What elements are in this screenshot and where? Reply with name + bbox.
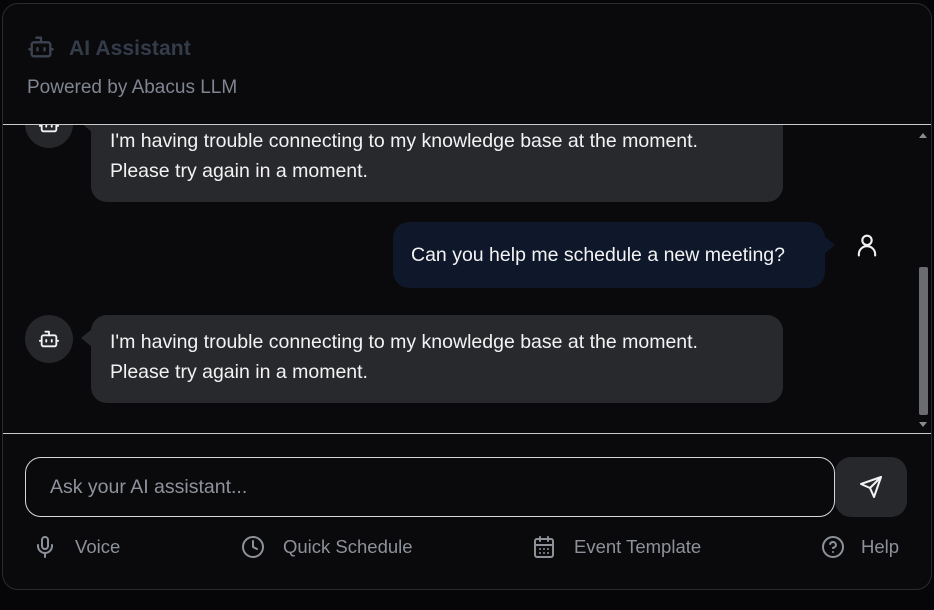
assistant-bubble: I'm having trouble connecting to my know… [81, 315, 783, 403]
quick-actions-bar: Voice Quick Schedule Event Template Help [3, 532, 931, 562]
chat-scrollbar[interactable] [917, 125, 929, 433]
message-list[interactable]: I'm having trouble connecting to my know… [3, 125, 931, 434]
send-button[interactable] [835, 457, 907, 517]
scroll-down-arrow-icon[interactable] [919, 422, 927, 427]
chat-header: AI Assistant Powered by Abacus LLM [3, 4, 931, 125]
assistant-panel: AI Assistant Powered by Abacus LLM I'm h… [2, 3, 932, 590]
assistant-avatar [25, 125, 73, 148]
calendar-icon [534, 536, 554, 558]
page-title: AI Assistant [69, 37, 191, 60]
send-icon [860, 476, 882, 498]
microphone-icon [37, 536, 53, 558]
message-line: Please try again in a moment. [110, 361, 368, 383]
event-template-label: Event Template [574, 536, 702, 557]
message-input-container[interactable] [25, 457, 835, 517]
voice-label: Voice [75, 536, 121, 557]
user-avatar [853, 231, 881, 259]
bot-icon [38, 125, 60, 133]
clock-icon [242, 536, 264, 558]
help-button[interactable]: Help [821, 532, 899, 562]
message-line: I'm having trouble connecting to my know… [110, 331, 698, 353]
bot-icon [27, 33, 55, 66]
message-line: I'm having trouble connecting to my know… [110, 130, 698, 152]
powered-by-subtitle: Powered by Abacus LLM [27, 77, 238, 98]
user-icon [857, 234, 877, 257]
event-template-button[interactable]: Event Template [532, 532, 701, 562]
assistant-bubble: I'm having trouble connecting to my know… [81, 125, 783, 202]
assistant-avatar [25, 315, 73, 363]
quick-schedule-label: Quick Schedule [283, 536, 413, 557]
quick-schedule-button[interactable]: Quick Schedule [241, 532, 413, 562]
help-label: Help [861, 536, 900, 557]
scroll-thumb[interactable] [919, 267, 928, 415]
scroll-up-arrow-icon[interactable] [919, 133, 927, 138]
message-text: Can you help me schedule a new meeting? [411, 244, 785, 266]
message-line: Please try again in a moment. [110, 160, 368, 182]
help-circle-icon [822, 536, 844, 558]
message-input[interactable] [26, 458, 834, 516]
voice-button[interactable]: Voice [33, 532, 120, 562]
title-row: AI Assistant [27, 34, 191, 64]
user-bubble: Can you help me schedule a new meeting? [393, 222, 835, 288]
bot-icon [38, 330, 60, 348]
